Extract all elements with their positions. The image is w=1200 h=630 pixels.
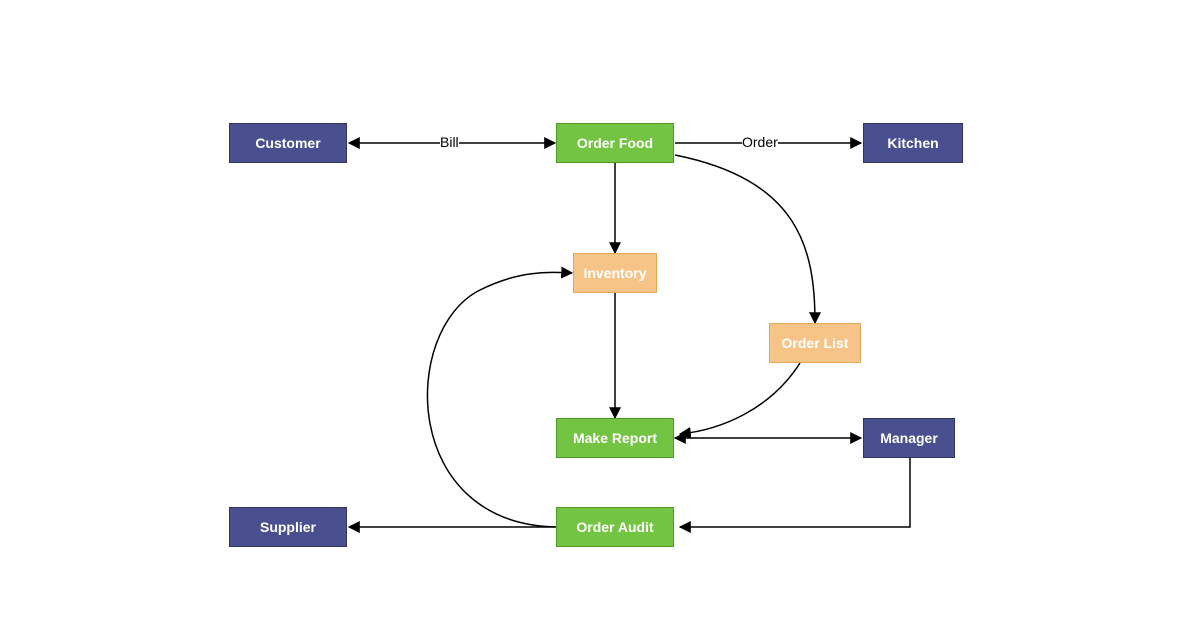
node-label: Supplier <box>260 519 316 535</box>
node-label: Kitchen <box>887 135 938 151</box>
node-label: Order Food <box>577 135 653 151</box>
node-order-audit[interactable]: Order Audit <box>556 507 674 547</box>
node-customer[interactable]: Customer <box>229 123 347 163</box>
edge-label-bill: Bill <box>440 134 459 150</box>
node-label: Order Audit <box>576 519 653 535</box>
node-manager[interactable]: Manager <box>863 418 955 458</box>
node-label: Manager <box>880 430 938 446</box>
node-label: Customer <box>255 135 320 151</box>
node-supplier[interactable]: Supplier <box>229 507 347 547</box>
node-make-report[interactable]: Make Report <box>556 418 674 458</box>
edge-label-order: Order <box>742 134 778 150</box>
node-label: Make Report <box>573 430 657 446</box>
node-label: Order List <box>782 335 849 351</box>
node-order-food[interactable]: Order Food <box>556 123 674 163</box>
node-order-list[interactable]: Order List <box>769 323 861 363</box>
node-kitchen[interactable]: Kitchen <box>863 123 963 163</box>
node-label: Inventory <box>583 265 646 281</box>
node-inventory[interactable]: Inventory <box>573 253 657 293</box>
